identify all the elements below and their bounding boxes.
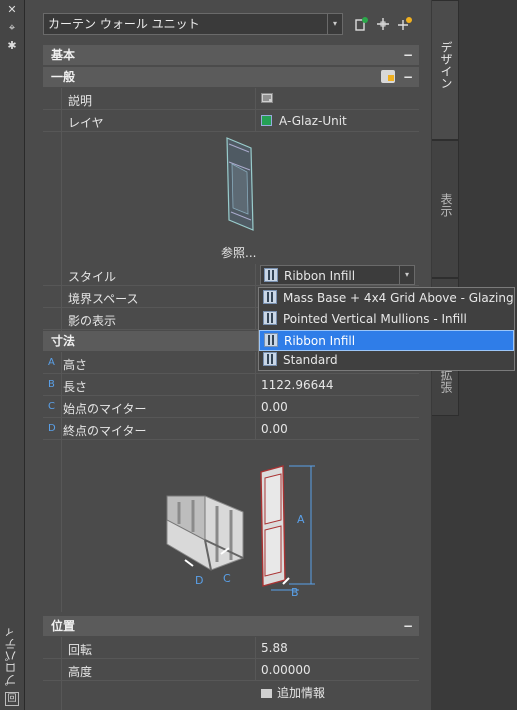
curtain-wall-style-icon (263, 311, 277, 325)
chevron-down-icon[interactable]: ▾ (327, 14, 342, 34)
property-label: 長さ (63, 380, 88, 394)
close-icon[interactable]: ✕ (6, 4, 18, 16)
curtain-wall-style-icon (263, 290, 277, 304)
reference-link[interactable]: 参照... (221, 244, 256, 261)
divider (255, 110, 256, 132)
dimension-letter: D (48, 423, 56, 434)
option-label: Pointed Vertical Mullions - Infill (283, 312, 467, 326)
divider (255, 396, 256, 418)
select-objects-icon[interactable] (375, 16, 391, 32)
property-label: 高度 (68, 665, 93, 679)
property-row-start-miter[interactable]: C 始点のマイター 0.00 (43, 396, 419, 418)
object-type-value: カーテン ウォール ユニット (48, 17, 200, 31)
divider (255, 659, 256, 681)
property-value: 0.00000 (261, 663, 311, 677)
property-row-length[interactable]: B 長さ 1122.96644 (43, 374, 419, 396)
section-title: 基本 (51, 48, 76, 62)
property-value: 1122.96644 (261, 378, 334, 392)
divider (255, 418, 256, 440)
divider (255, 374, 256, 396)
pick-add-icon[interactable] (397, 16, 413, 32)
diagram-label-c: C (223, 572, 231, 585)
tab-label: 拡張 (439, 369, 453, 393)
object-type-select[interactable]: カーテン ウォール ユニット ▾ (43, 13, 343, 35)
properties-settings-icon[interactable]: ✱ (6, 40, 18, 52)
palette-menu-icon[interactable]: 回 (5, 692, 19, 706)
auto-hide-icon[interactable]: ⌖ (6, 22, 18, 34)
property-value: 5.88 (261, 641, 288, 655)
section-title: 寸法 (51, 334, 76, 348)
section-title: 一般 (51, 70, 76, 84)
property-row-end-miter[interactable]: D 終点のマイター 0.00 (43, 418, 419, 440)
quick-select-icon[interactable] (353, 16, 369, 32)
divider (255, 88, 256, 110)
style-option[interactable]: Standard (259, 350, 514, 371)
style-value: Ribbon Infill (284, 269, 356, 283)
property-label: スタイル (68, 270, 117, 284)
dimension-letter: C (48, 401, 55, 412)
diagram-label-a: A (297, 513, 305, 526)
layer-color-swatch (261, 115, 272, 126)
object-toolbar: カーテン ウォール ユニット ▾ (43, 13, 412, 35)
property-label: 境界スペース (68, 292, 139, 306)
curtain-wall-style-icon (264, 333, 278, 347)
layer-value: A-Glaz-Unit (279, 114, 347, 128)
property-value: 0.00 (261, 422, 288, 436)
property-label: 回転 (68, 643, 93, 657)
dimension-letter: B (48, 379, 55, 390)
section-basic[interactable]: 基本 − (43, 45, 419, 65)
property-label: 始点のマイター (63, 402, 147, 416)
property-label: 高さ (63, 358, 88, 372)
curtain-wall-style-icon (263, 352, 277, 366)
property-value: 0.00 (261, 400, 288, 414)
collapse-icon[interactable]: − (403, 616, 413, 636)
diagram-label-d: D (195, 574, 204, 587)
style-dropdown-list: Mass Base + 4x4 Grid Above - Glazing Poi… (258, 287, 515, 371)
additional-info-label: 追加情報 (277, 686, 326, 700)
collapse-icon[interactable]: − (403, 67, 413, 87)
property-row-rotation[interactable]: 回転 5.88 (43, 637, 419, 659)
property-row-layer[interactable]: レイヤ A-Glaz-Unit (43, 110, 419, 132)
property-row-description[interactable]: 説明 (43, 88, 419, 110)
palette-title: プロパティ (4, 626, 18, 686)
section-general[interactable]: 一般 − (43, 67, 419, 87)
diagram-label-b: B (291, 586, 299, 599)
option-label: Ribbon Infill (284, 334, 356, 348)
style-option-selected[interactable]: Ribbon Infill (259, 330, 514, 351)
option-label: Mass Base + 4x4 Grid Above - Glazing (283, 291, 514, 305)
unit-preview[interactable] (215, 134, 265, 234)
style-option[interactable]: Mass Base + 4x4 Grid Above - Glazing (259, 288, 514, 309)
section-location[interactable]: 位置 − (43, 616, 419, 636)
tab-design[interactable]: デザイン (432, 0, 459, 140)
curtain-wall-style-icon (264, 268, 278, 282)
collapse-icon[interactable]: − (403, 45, 413, 65)
divider (255, 308, 256, 330)
property-label: 終点のマイター (63, 424, 147, 438)
divider (255, 264, 256, 286)
divider (255, 637, 256, 659)
chevron-down-icon[interactable]: ▾ (399, 266, 414, 284)
info-icon (261, 689, 272, 698)
section-title: 位置 (51, 619, 76, 633)
dimension-diagram (165, 462, 345, 602)
option-label: Standard (283, 353, 338, 367)
property-value: A-Glaz-Unit (261, 114, 347, 128)
additional-info-button[interactable]: 追加情報 (261, 684, 325, 701)
divider (255, 286, 256, 308)
style-option[interactable]: Pointed Vertical Mullions - Infill (259, 309, 514, 330)
tab-display[interactable]: 表示 (432, 140, 459, 278)
dimension-letter: A (48, 357, 55, 368)
description-edit-icon[interactable] (261, 92, 273, 106)
tab-label: デザイン (439, 41, 453, 89)
quick-properties-icon[interactable] (381, 70, 395, 83)
property-row-elevation[interactable]: 高度 0.00000 (43, 659, 419, 681)
palette-titlebar: ✕ ⌖ ✱ プロパティ 回 (0, 0, 25, 710)
property-label: 影の表示 (68, 314, 117, 328)
divider (255, 352, 256, 374)
property-label: 説明 (68, 94, 93, 108)
style-select[interactable]: Ribbon Infill ▾ (260, 265, 415, 285)
tab-label: 表示 (439, 193, 453, 217)
property-label: レイヤ (68, 116, 104, 130)
